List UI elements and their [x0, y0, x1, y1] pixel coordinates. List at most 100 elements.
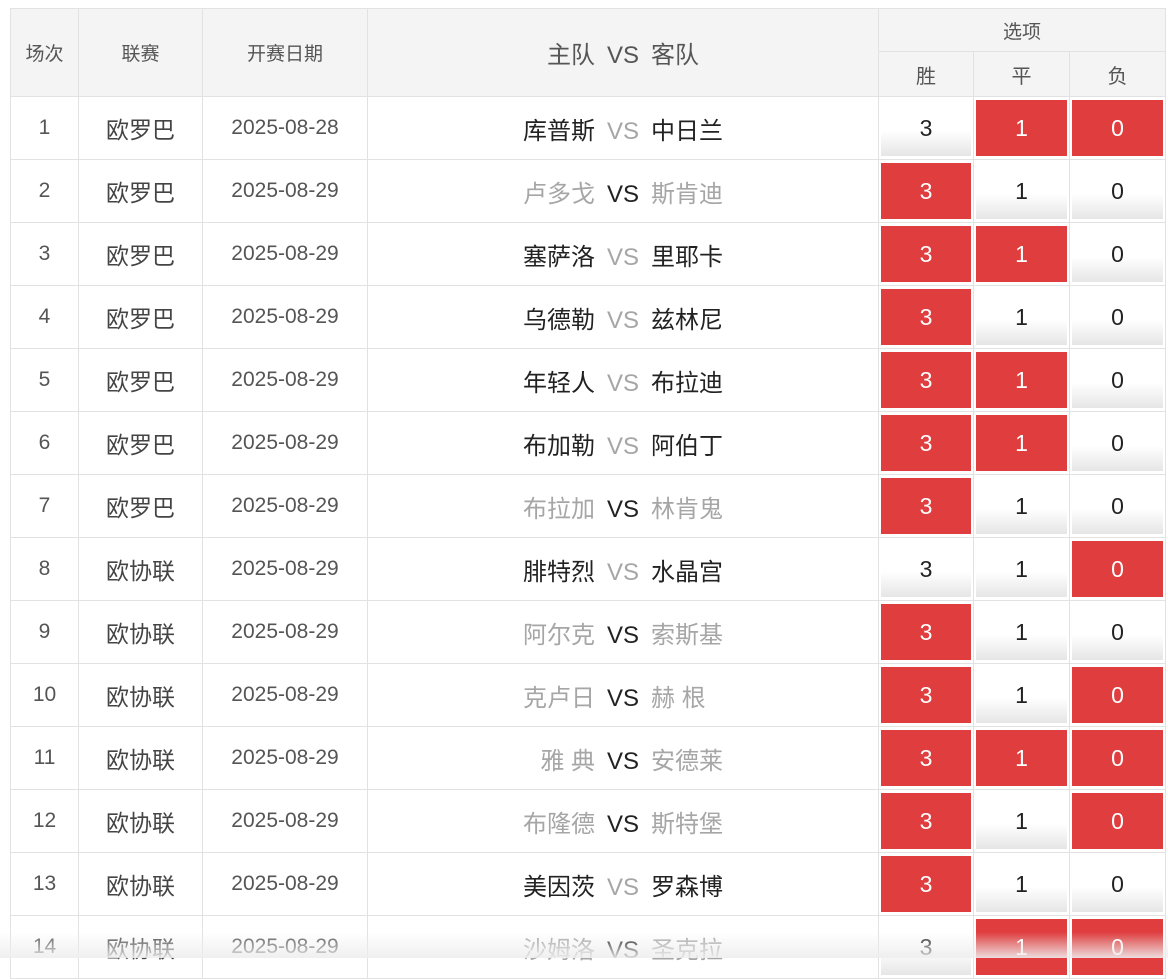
- option-draw-button[interactable]: 1: [976, 730, 1067, 786]
- table-row: 5 欧罗巴 2025-08-29 年轻人 VS 布拉迪 3 1 0: [10, 348, 1167, 412]
- league-name: 欧罗巴: [78, 348, 203, 412]
- option-win-button[interactable]: 3: [881, 793, 971, 849]
- option-win-button[interactable]: 3: [881, 667, 971, 723]
- home-team: 乌德勒: [523, 306, 595, 334]
- match-date: 2025-08-29: [202, 411, 368, 475]
- away-team: 中日兰: [651, 117, 723, 145]
- header-date: 开赛日期: [202, 8, 368, 97]
- option-win-cell: 3: [878, 789, 974, 853]
- match-date: 2025-08-29: [202, 159, 368, 223]
- option-draw-button[interactable]: 1: [976, 100, 1067, 156]
- option-win-button[interactable]: 3: [881, 730, 971, 786]
- option-lose-button[interactable]: 0: [1072, 415, 1164, 471]
- option-lose-button[interactable]: 0: [1072, 541, 1164, 597]
- vs-label: VS: [606, 369, 639, 397]
- option-draw-button[interactable]: 1: [976, 856, 1067, 912]
- option-win-button[interactable]: 3: [881, 541, 971, 597]
- option-draw-cell: 1: [973, 852, 1070, 916]
- option-draw-button[interactable]: 1: [976, 541, 1067, 597]
- option-draw-button[interactable]: 1: [976, 604, 1067, 660]
- option-lose-button[interactable]: 0: [1072, 919, 1164, 975]
- option-draw-cell: 1: [973, 600, 1070, 664]
- match-number: 3: [10, 222, 79, 286]
- option-draw-button[interactable]: 1: [976, 919, 1067, 975]
- option-lose-button[interactable]: 0: [1072, 730, 1164, 786]
- match-teams: 美因茨 VS 罗森博: [367, 852, 879, 916]
- match-date: 2025-08-29: [202, 726, 368, 790]
- option-win-cell: 3: [878, 96, 974, 160]
- vs-label: VS: [606, 936, 639, 964]
- option-lose-button[interactable]: 0: [1072, 856, 1164, 912]
- option-draw-button[interactable]: 1: [976, 478, 1067, 534]
- option-lose-button[interactable]: 0: [1072, 352, 1164, 408]
- option-win-button[interactable]: 3: [881, 604, 971, 660]
- option-win-cell: 3: [878, 726, 974, 790]
- match-teams: 沙姆洛 VS 圣克拉: [367, 915, 879, 979]
- option-draw-button[interactable]: 1: [976, 793, 1067, 849]
- option-lose-button[interactable]: 0: [1072, 604, 1164, 660]
- table-row: 10 欧协联 2025-08-29 克卢日 VS 赫 根310: [10, 663, 1167, 727]
- option-draw-button[interactable]: 1: [976, 667, 1067, 723]
- away-team: 圣克拉: [651, 936, 723, 964]
- match-number: 10: [10, 663, 79, 727]
- option-draw-button[interactable]: 1: [976, 415, 1067, 471]
- option-win-cell: 3: [878, 285, 974, 349]
- match-date: 2025-08-29: [202, 789, 368, 853]
- match-date: 2025-08-29: [202, 348, 368, 412]
- option-lose-button[interactable]: 0: [1072, 163, 1164, 219]
- option-win-button[interactable]: 3: [881, 415, 971, 471]
- option-draw-button[interactable]: 1: [976, 226, 1067, 282]
- option-win-button[interactable]: 3: [881, 352, 971, 408]
- match-number: 4: [10, 285, 79, 349]
- option-win-cell: 3: [878, 915, 974, 979]
- match-date: 2025-08-29: [202, 222, 368, 286]
- option-win-button[interactable]: 3: [881, 226, 971, 282]
- away-team: 斯肯迪: [651, 180, 723, 208]
- option-lose-button[interactable]: 0: [1072, 667, 1164, 723]
- home-team: 布加勒: [523, 432, 595, 460]
- home-team: 卢多戈: [523, 180, 595, 208]
- header-num: 场次: [10, 8, 79, 97]
- home-team: 阿尔克: [523, 621, 595, 649]
- match-date: 2025-08-29: [202, 600, 368, 664]
- header-win: 胜: [878, 51, 974, 97]
- option-draw-button[interactable]: 1: [976, 289, 1067, 345]
- option-lose-button[interactable]: 0: [1072, 793, 1164, 849]
- away-team: 赫 根: [651, 684, 706, 712]
- table-row: 11 欧协联 2025-08-29 雅 典 VS 安德莱 3 1 0: [10, 726, 1167, 790]
- option-lose-button[interactable]: 0: [1072, 289, 1164, 345]
- home-team: 美因茨: [523, 873, 595, 901]
- match-date: 2025-08-29: [202, 663, 368, 727]
- option-lose-cell: 0: [1068, 600, 1167, 664]
- home-team: 布隆德: [523, 810, 595, 838]
- option-draw-button[interactable]: 1: [976, 352, 1067, 408]
- home-team: 库普斯: [523, 117, 595, 145]
- option-win-button[interactable]: 3: [881, 856, 971, 912]
- option-win-button[interactable]: 3: [881, 163, 971, 219]
- match-teams: 卢多戈 VS 斯肯迪: [367, 159, 879, 223]
- match-teams: 布加勒 VS 阿伯丁: [367, 411, 879, 475]
- away-team: 索斯基: [651, 621, 723, 649]
- option-lose-button[interactable]: 0: [1072, 478, 1164, 534]
- home-team: 布拉加: [523, 495, 595, 523]
- option-lose-button[interactable]: 0: [1072, 100, 1164, 156]
- match-number: 9: [10, 600, 79, 664]
- option-draw-cell: 1: [973, 348, 1070, 412]
- option-win-button[interactable]: 3: [881, 478, 971, 534]
- option-win-cell: 3: [878, 474, 974, 538]
- league-name: 欧罗巴: [78, 285, 203, 349]
- option-win-button[interactable]: 3: [881, 100, 971, 156]
- league-name: 欧协联: [78, 852, 203, 916]
- league-name: 欧协联: [78, 663, 203, 727]
- match-number: 11: [10, 726, 79, 790]
- option-win-button[interactable]: 3: [881, 289, 971, 345]
- option-draw-button[interactable]: 1: [976, 163, 1067, 219]
- option-lose-button[interactable]: 0: [1072, 226, 1164, 282]
- header-lose: 负: [1068, 51, 1167, 97]
- option-win-button[interactable]: 3: [881, 919, 971, 975]
- match-teams: 乌德勒 VS 兹林尼: [367, 285, 879, 349]
- option-draw-cell: 1: [973, 222, 1070, 286]
- vs-label: VS: [606, 810, 639, 838]
- away-team: 水晶宫: [651, 558, 723, 586]
- vs-label: VS: [606, 873, 639, 901]
